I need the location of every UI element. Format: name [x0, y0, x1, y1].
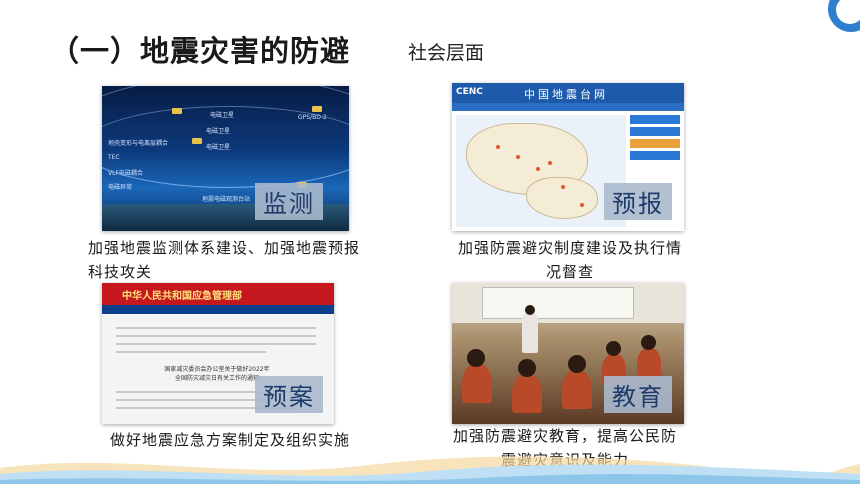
quake-marker — [496, 145, 500, 149]
land-shape — [526, 177, 598, 219]
text-line — [116, 351, 266, 353]
student-head — [568, 355, 586, 373]
text-line — [116, 343, 316, 345]
quake-marker — [536, 167, 540, 171]
satellite-icon — [312, 106, 322, 112]
quake-marker — [580, 203, 584, 207]
image-label: GPS/BD-2 — [298, 114, 327, 121]
forecast-caption: 加强防震避灾制度建设及执行情况督查 — [457, 239, 682, 281]
image-label: 地震电磁观测台站 — [202, 196, 251, 203]
plan-badge: 预案 — [255, 376, 323, 413]
page-subtitle: 社会层面 — [408, 42, 485, 64]
teacher-figure — [522, 313, 538, 353]
site-header: CENC 中国地震台网 — [452, 83, 684, 103]
satellite-icon — [192, 138, 202, 144]
quake-marker — [548, 161, 552, 165]
site-title: 中华人民共和国应急管理部 — [122, 291, 242, 302]
side-button — [630, 151, 680, 160]
monitoring-badge: 监测 — [255, 183, 323, 220]
site-nav — [102, 305, 334, 314]
student-head — [518, 359, 536, 377]
site-header: 中华人民共和国应急管理部 — [102, 283, 334, 305]
image-label: 地壳变形与电离层耦合 — [108, 140, 169, 147]
quake-marker — [516, 155, 520, 159]
image-label: 电磁异常 — [108, 184, 133, 191]
blackboard — [482, 287, 634, 319]
site-title: 中国地震台网 — [524, 88, 608, 101]
site-nav — [452, 103, 684, 111]
forecast-badge: 预报 — [604, 183, 672, 220]
image-label: TEC — [108, 154, 120, 161]
image-label: VLF电磁耦合 — [108, 170, 143, 177]
student-head — [641, 335, 656, 350]
monitoring-caption: 加强地震监测体系建设、加强地震预报科技攻关 — [88, 239, 361, 281]
image-label: 电磁卫星 — [210, 112, 235, 119]
student-figure — [637, 347, 661, 379]
image-label: 电磁卫星 — [206, 128, 231, 135]
side-button — [630, 139, 680, 148]
student-figure — [562, 369, 592, 409]
site-logo: CENC — [456, 87, 483, 97]
student-head — [606, 341, 621, 356]
text-line — [116, 335, 316, 337]
education-badge: 教育 — [604, 376, 672, 413]
student-figure — [512, 373, 542, 413]
student-head — [467, 349, 485, 367]
student-figure — [462, 363, 492, 403]
quake-marker — [561, 185, 565, 189]
teacher-head — [525, 305, 535, 315]
side-button — [630, 115, 680, 124]
satellite-icon — [172, 108, 182, 114]
page-title: （一）地震灾害的防避 — [50, 34, 351, 68]
earthquake-map — [456, 115, 626, 227]
image-label: 电磁卫星 — [206, 144, 231, 151]
wave-decoration — [0, 456, 860, 484]
text-line — [116, 327, 316, 329]
side-button — [630, 127, 680, 136]
